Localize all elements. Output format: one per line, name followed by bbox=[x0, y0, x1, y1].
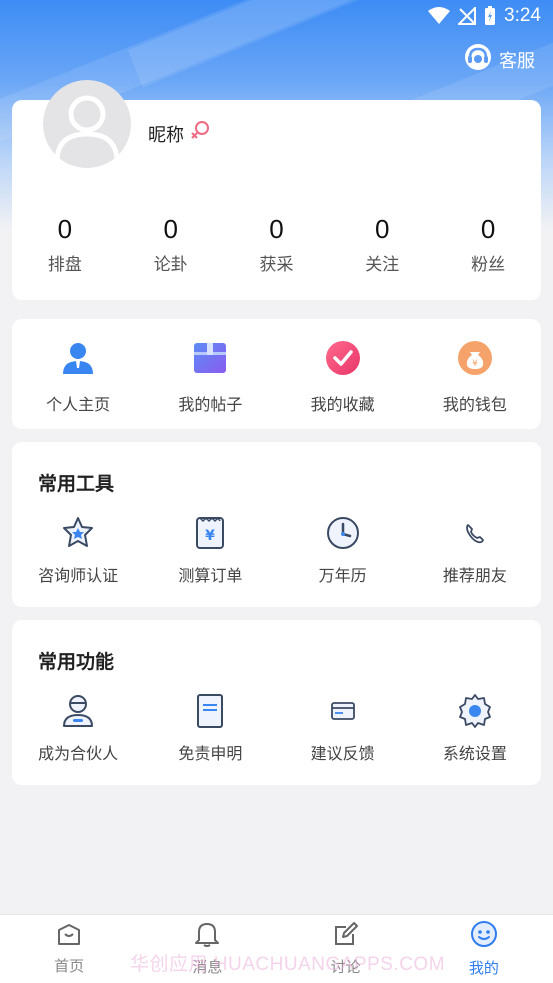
stat-paipan[interactable]: 0 排盘 bbox=[12, 212, 118, 275]
box-icon bbox=[192, 340, 228, 381]
tool-label: 测算订单 bbox=[178, 568, 243, 585]
recommend-friends-button[interactable]: 推荐朋友 bbox=[409, 514, 541, 586]
function-label: 建议反馈 bbox=[310, 746, 375, 763]
star-badge-icon bbox=[59, 514, 97, 552]
stat-following[interactable]: 0 关注 bbox=[329, 212, 435, 275]
headset-icon bbox=[463, 42, 493, 77]
svg-text:¥: ¥ bbox=[206, 528, 216, 544]
svg-text:¥: ¥ bbox=[472, 359, 478, 369]
tool-label: 万年历 bbox=[318, 568, 367, 585]
check-circle-icon bbox=[325, 340, 361, 381]
wifi-icon bbox=[428, 7, 451, 25]
stat-label: 关注 bbox=[365, 255, 400, 274]
function-label: 成为合伙人 bbox=[38, 746, 119, 763]
tab-label: 讨论 bbox=[330, 959, 361, 976]
counselor-certification-button[interactable]: 咨询师认证 bbox=[12, 514, 144, 586]
stat-followers[interactable]: 0 粉丝 bbox=[435, 212, 541, 275]
become-partner-button[interactable]: 成为合伙人 bbox=[12, 692, 144, 764]
stat-label: 获采 bbox=[259, 255, 294, 274]
tool-label: 推荐朋友 bbox=[442, 568, 507, 585]
section-title: 常用工具 bbox=[38, 474, 115, 495]
stat-label: 论卦 bbox=[153, 255, 188, 274]
function-label: 系统设置 bbox=[442, 746, 507, 763]
profile-stats: 0 排盘 0 论卦 0 获采 0 关注 0 粉丝 bbox=[12, 212, 541, 275]
status-time: 3:24 bbox=[504, 5, 541, 26]
perpetual-calendar-button[interactable]: 万年历 bbox=[277, 514, 409, 586]
signal-icon bbox=[458, 7, 477, 25]
quick-link-label: 我的钱包 bbox=[442, 396, 507, 414]
quick-link-label: 个人主页 bbox=[46, 396, 111, 414]
tab-label: 我的 bbox=[468, 960, 499, 977]
section-title: 常用功能 bbox=[38, 652, 115, 673]
tab-messages[interactable]: 消息 bbox=[138, 915, 276, 983]
tab-label: 消息 bbox=[192, 959, 223, 976]
common-functions-card: 常用功能 成为合伙人 免责申明 建议反馈 系统设置 bbox=[12, 620, 541, 785]
disclaimer-button[interactable]: 免责申明 bbox=[144, 692, 276, 764]
quick-link-label: 我的帖子 bbox=[178, 396, 243, 414]
function-label: 免责申明 bbox=[178, 746, 243, 763]
my-favorites-button[interactable]: 我的收藏 bbox=[277, 334, 409, 415]
clock-icon bbox=[324, 514, 362, 552]
calculation-orders-button[interactable]: ¥ 测算订单 bbox=[144, 514, 276, 586]
system-settings-button[interactable]: 系统设置 bbox=[409, 692, 541, 764]
tool-label: 咨询师认证 bbox=[38, 568, 119, 585]
tab-home[interactable]: 首页 bbox=[0, 915, 138, 983]
home-icon bbox=[56, 922, 82, 951]
money-bag-icon: ¥ bbox=[457, 340, 493, 381]
stat-label: 粉丝 bbox=[471, 255, 506, 274]
bottom-tab-bar: 首页 消息 讨论 我的 bbox=[0, 914, 553, 983]
tools-grid: 咨询师认证 ¥ 测算订单 万年历 推荐朋友 bbox=[12, 514, 541, 586]
avatar[interactable] bbox=[43, 80, 131, 168]
nickname-row[interactable]: 昵称 bbox=[148, 120, 210, 147]
nickname: 昵称 bbox=[148, 124, 184, 145]
my-posts-button[interactable]: 我的帖子 bbox=[144, 334, 276, 415]
document-icon bbox=[191, 692, 229, 730]
stat-huocai[interactable]: 0 获采 bbox=[224, 212, 330, 275]
gear-icon bbox=[456, 692, 494, 730]
receipt-icon: ¥ bbox=[191, 514, 229, 552]
customer-service-label: 客服 bbox=[499, 50, 535, 71]
tab-label: 首页 bbox=[54, 958, 85, 975]
card-icon bbox=[324, 692, 362, 730]
quick-link-label: 我的收藏 bbox=[310, 396, 375, 414]
stat-value: 0 bbox=[57, 214, 73, 244]
stat-value: 0 bbox=[163, 214, 178, 244]
quick-links-card: 个人主页 我的帖子 我的收藏 ¥ 我的钱包 bbox=[12, 319, 541, 429]
stat-value: 0 bbox=[480, 214, 496, 244]
status-bar: 3:24 bbox=[0, 0, 553, 32]
stat-label: 排盘 bbox=[47, 255, 82, 274]
battery-icon bbox=[484, 6, 496, 26]
stat-value: 0 bbox=[375, 214, 390, 244]
tab-mine[interactable]: 我的 bbox=[415, 915, 553, 983]
tab-discussion[interactable]: 讨论 bbox=[277, 915, 415, 983]
edit-icon bbox=[333, 921, 359, 952]
phone-icon bbox=[456, 514, 494, 552]
stat-value: 0 bbox=[269, 214, 284, 244]
female-icon bbox=[190, 120, 210, 147]
common-tools-card: 常用工具 咨询师认证 ¥ 测算订单 万年历 推荐朋友 bbox=[12, 442, 541, 607]
bell-icon bbox=[193, 921, 221, 952]
customer-service-button[interactable]: 客服 bbox=[463, 42, 535, 77]
partner-icon bbox=[59, 692, 97, 730]
personal-homepage-button[interactable]: 个人主页 bbox=[12, 334, 144, 415]
functions-grid: 成为合伙人 免责申明 建议反馈 系统设置 bbox=[12, 692, 541, 764]
feedback-button[interactable]: 建议反馈 bbox=[277, 692, 409, 764]
my-wallet-button[interactable]: ¥ 我的钱包 bbox=[409, 334, 541, 415]
profile-card: 昵称 0 排盘 0 论卦 0 获采 0 关注 0 粉丝 bbox=[12, 80, 541, 300]
smile-icon bbox=[470, 920, 498, 953]
stat-lungua[interactable]: 0 论卦 bbox=[118, 212, 224, 275]
user-icon bbox=[60, 340, 96, 381]
